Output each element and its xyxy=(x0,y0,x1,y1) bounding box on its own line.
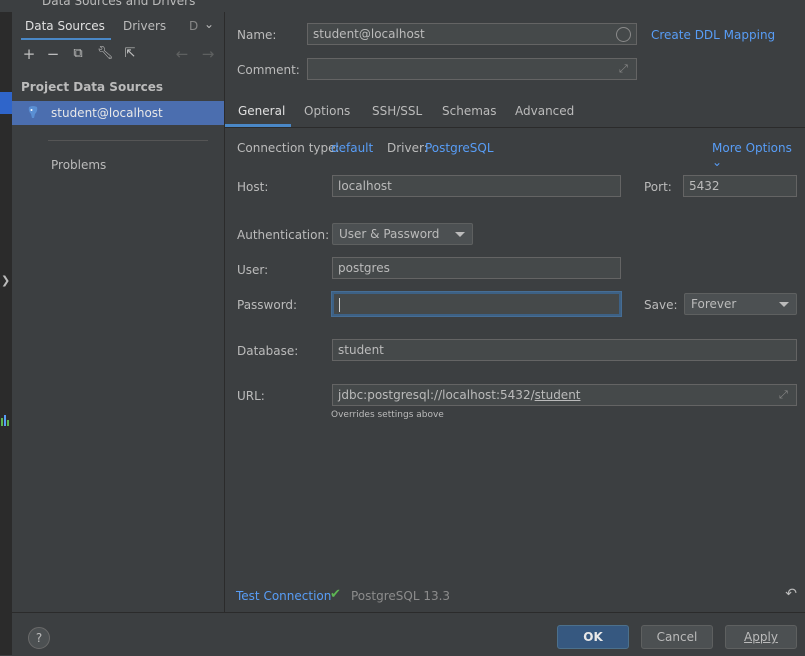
sidebar-tabs: Data Sources Drivers D ⌄ xyxy=(12,12,224,40)
tab-general[interactable]: General xyxy=(238,104,285,118)
window-title: Data Sources and Drivers xyxy=(42,0,196,8)
tab-data-sources[interactable]: Data Sources xyxy=(25,19,105,33)
create-ddl-mapping-link[interactable]: Create DDL Mapping xyxy=(651,28,775,42)
password-label: Password: xyxy=(237,298,298,312)
settings-tabs: General Options SSH/SSL Schemas Advanced xyxy=(225,99,805,128)
forward-arrow-icon[interactable]: → xyxy=(198,44,218,64)
more-options-link[interactable]: More Options ⌄ xyxy=(712,141,805,169)
window-titlebar: Data Sources and Drivers xyxy=(0,0,805,12)
chevron-down-icon[interactable]: ⌄ xyxy=(204,17,214,31)
text-cursor xyxy=(339,298,340,312)
host-value: localhost xyxy=(338,179,392,193)
tab-drivers[interactable]: Drivers xyxy=(123,19,166,33)
duplicate-icon[interactable]: ⧉ xyxy=(68,44,88,64)
chart-icon[interactable] xyxy=(0,414,10,426)
postgresql-icon xyxy=(28,106,38,118)
dropdown-caret-icon xyxy=(779,302,789,307)
database-input[interactable]: student xyxy=(332,339,797,361)
comment-label: Comment: xyxy=(237,63,300,77)
test-connection-link[interactable]: Test Connection xyxy=(236,589,331,603)
chevron-down-icon: ⌄ xyxy=(712,155,723,169)
sidebar-toolbar: + − ⧉ 🔧︎ ⇱ ← → xyxy=(12,44,224,66)
name-value: student@localhost xyxy=(313,27,425,41)
port-value: 5432 xyxy=(689,179,720,193)
url-label: URL: xyxy=(237,389,265,403)
driver-label: Driver: xyxy=(387,141,428,155)
expand-arrow-icon[interactable]: ❯ xyxy=(1,274,10,287)
save-label: Save: xyxy=(644,298,678,312)
sidebar: Data Sources Drivers D ⌄ + − ⧉ 🔧︎ ⇱ ← → … xyxy=(12,12,225,612)
host-label: Host: xyxy=(237,180,269,194)
sidebar-separator xyxy=(48,140,208,141)
name-label: Name: xyxy=(237,28,277,42)
tab-ssh-ssl[interactable]: SSH/SSL xyxy=(372,104,422,118)
authentication-value: User & Password xyxy=(339,227,440,241)
port-label: Port: xyxy=(644,180,672,194)
dropdown-caret-icon xyxy=(455,232,465,237)
save-select[interactable]: Forever xyxy=(684,293,797,315)
jump-to-icon[interactable]: ⇱ xyxy=(120,44,140,64)
connection-status: PostgreSQL 13.3 xyxy=(351,589,451,603)
tab-active-underline xyxy=(225,124,291,127)
user-input[interactable]: postgres xyxy=(332,257,621,279)
remove-icon[interactable]: − xyxy=(43,44,63,64)
more-options-label: More Options xyxy=(712,141,792,155)
authentication-select[interactable]: User & Password xyxy=(332,223,473,245)
password-input[interactable] xyxy=(332,292,621,316)
add-icon[interactable]: + xyxy=(19,44,39,64)
main-panel: Name: student@localhost Create DDL Mappi… xyxy=(225,12,805,612)
name-input[interactable]: student@localhost xyxy=(307,23,637,45)
help-button[interactable]: ? xyxy=(28,627,50,649)
save-value: Forever xyxy=(691,297,737,311)
url-prefix: jdbc:postgresql://localhost:5432/ xyxy=(338,388,535,402)
ok-button[interactable]: OK xyxy=(557,625,629,649)
user-value: postgres xyxy=(338,261,390,275)
color-circle-icon[interactable] xyxy=(616,27,631,42)
url-database: student xyxy=(534,388,581,402)
authentication-label: Authentication: xyxy=(237,228,330,242)
test-connection-row: Test Connection ✔ PostgreSQL 13.3 ↶ xyxy=(225,583,805,612)
expand-icon[interactable]: ⤢ xyxy=(779,388,791,401)
reset-icon[interactable]: ↶ xyxy=(785,586,797,602)
sidebar-item-label: student@localhost xyxy=(51,106,163,120)
tab-options[interactable]: Options xyxy=(304,104,350,118)
connection-type-link[interactable]: default xyxy=(331,141,373,155)
tab-active-underline xyxy=(21,38,111,40)
database-value: student xyxy=(338,343,384,357)
database-label: Database: xyxy=(237,344,299,358)
sidebar-item-problems[interactable]: Problems xyxy=(51,158,106,172)
sidebar-item-student-localhost[interactable]: student@localhost xyxy=(12,101,224,125)
host-input[interactable]: localhost xyxy=(332,175,621,197)
ide-left-strip: ❯ xyxy=(0,12,12,655)
back-arrow-icon[interactable]: ← xyxy=(172,44,192,64)
url-hint: Overrides settings above xyxy=(331,410,444,420)
user-label: User: xyxy=(237,263,269,277)
dialog-button-bar: ? OK Cancel Apply xyxy=(12,612,805,656)
port-input[interactable]: 5432 xyxy=(683,175,797,197)
tab-overflow[interactable]: D xyxy=(189,19,198,33)
url-input[interactable]: jdbc:postgresql://localhost:5432/student… xyxy=(332,384,797,406)
section-title: Project Data Sources xyxy=(21,80,164,94)
check-icon: ✔ xyxy=(330,587,341,602)
general-tab-content: Connection type: default Driver: Postgre… xyxy=(225,128,805,583)
cancel-button[interactable]: Cancel xyxy=(641,625,713,649)
wrench-icon[interactable]: 🔧︎ xyxy=(95,44,115,64)
tab-advanced[interactable]: Advanced xyxy=(515,104,574,118)
connection-type-label: Connection type: xyxy=(237,141,340,155)
ide-selection-marker xyxy=(0,92,12,114)
comment-input[interactable]: ⤢ xyxy=(307,58,637,80)
driver-link[interactable]: PostgreSQL xyxy=(425,141,494,155)
tab-schemas[interactable]: Schemas xyxy=(442,104,497,118)
expand-icon[interactable]: ⤢ xyxy=(619,62,631,75)
apply-button[interactable]: Apply xyxy=(725,625,797,649)
